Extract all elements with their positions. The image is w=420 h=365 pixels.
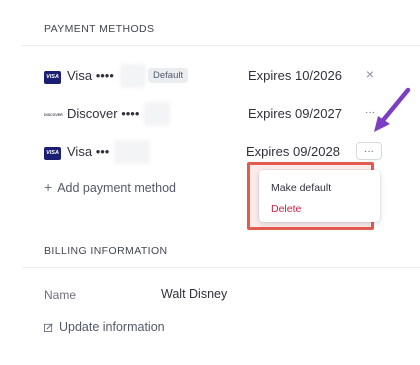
visa-card-icon: VISA [44,147,61,160]
name-value: Walt Disney [161,287,228,301]
edit-icon [44,323,53,332]
update-information-link[interactable]: Update information [44,320,165,334]
add-payment-method-button[interactable]: + Add payment method [44,179,176,195]
redacted-number [114,140,150,164]
remove-card-button[interactable]: × [357,66,383,84]
annotation-arrow-icon [374,87,411,132]
payment-methods-heading: PAYMENT METHODS [44,23,155,35]
discover-card-icon: DISCOVER [44,109,63,122]
section-divider [22,45,420,46]
card-masked-number: ••• [95,144,110,159]
name-label: Name [44,288,77,302]
make-default-menu-item[interactable]: Make default [271,182,331,194]
card-masked-number: •••• [95,68,114,83]
expiry-date: Expires 09/2027 [248,106,342,121]
redacted-number [120,64,146,88]
card-label: Visa •••• [67,68,114,83]
redacted-number [144,102,170,126]
billing-information-heading: BILLING INFORMATION [44,245,168,257]
visa-card-icon: VISA [44,71,61,84]
delete-menu-item[interactable]: Delete [271,203,301,215]
card-label: Discover •••• [67,106,140,121]
payment-method-row: VISA Visa •••• Default Expires 10/2026 × [44,64,414,91]
card-actions-button[interactable]: ··· [356,142,382,160]
payment-method-row: DISCOVER Discover •••• Expires 09/2027 ·… [44,102,414,129]
expiry-date: Expires 09/2028 [246,144,340,159]
section-divider [22,267,420,268]
card-masked-number: •••• [121,106,140,121]
highlight-box: Make default Delete [247,162,380,230]
expiry-date: Expires 10/2026 [248,68,342,83]
default-badge: Default [148,68,189,83]
plus-icon: + [44,179,53,195]
card-label: Visa ••• [67,144,110,159]
card-actions-menu: Make default Delete [259,170,380,222]
